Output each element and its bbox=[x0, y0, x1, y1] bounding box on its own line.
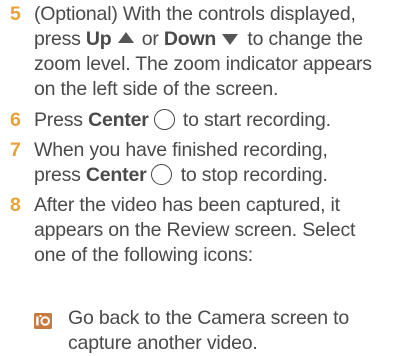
key-center: Center bbox=[88, 109, 149, 131]
icon-description-line: Go back to the Camera screen to bbox=[68, 307, 350, 329]
step-text-line: one of the following icons: bbox=[34, 244, 253, 266]
step-text-line: zoom level. The zoom indicator appears bbox=[34, 53, 372, 75]
step-text-line: appears on the Review screen. Select bbox=[34, 219, 356, 241]
step-text-line: press Up or Down to change the bbox=[34, 27, 363, 52]
text-segment: to stop recording. bbox=[175, 164, 328, 186]
step-text-line: When you have finished recording, bbox=[34, 139, 328, 161]
center-circle-icon bbox=[151, 163, 173, 185]
down-triangle-icon bbox=[222, 34, 239, 46]
step-text-line: Press Center to start recording. bbox=[34, 108, 331, 133]
text-segment: Press bbox=[34, 109, 89, 131]
instruction-page: 5 (Optional) With the controls displayed… bbox=[0, 0, 412, 354]
text-segment: press bbox=[34, 164, 86, 186]
camera-icon bbox=[34, 313, 52, 329]
step-text-line: on the left side of the screen. bbox=[34, 78, 279, 100]
step-number: 7 bbox=[10, 139, 21, 161]
key-down: Down bbox=[163, 28, 217, 50]
step-number: 8 bbox=[10, 194, 21, 216]
text-segment: or bbox=[136, 28, 164, 50]
key-up: Up bbox=[85, 28, 112, 50]
up-triangle-icon bbox=[117, 32, 134, 44]
step-text-line: After the video has been captured, it bbox=[34, 194, 340, 216]
center-circle-icon bbox=[153, 108, 175, 130]
icon-description-line: capture another video. bbox=[68, 332, 258, 354]
step-text-line: (Optional) With the controls displayed, bbox=[34, 3, 356, 25]
text-segment: to start recording. bbox=[177, 109, 331, 131]
key-center: Center bbox=[85, 164, 147, 186]
step-number: 5 bbox=[10, 3, 21, 25]
step-number: 6 bbox=[10, 109, 21, 131]
text-segment: to change the bbox=[242, 28, 363, 50]
text-segment: press bbox=[34, 28, 86, 50]
step-text-line: press Center to stop recording. bbox=[34, 163, 328, 188]
